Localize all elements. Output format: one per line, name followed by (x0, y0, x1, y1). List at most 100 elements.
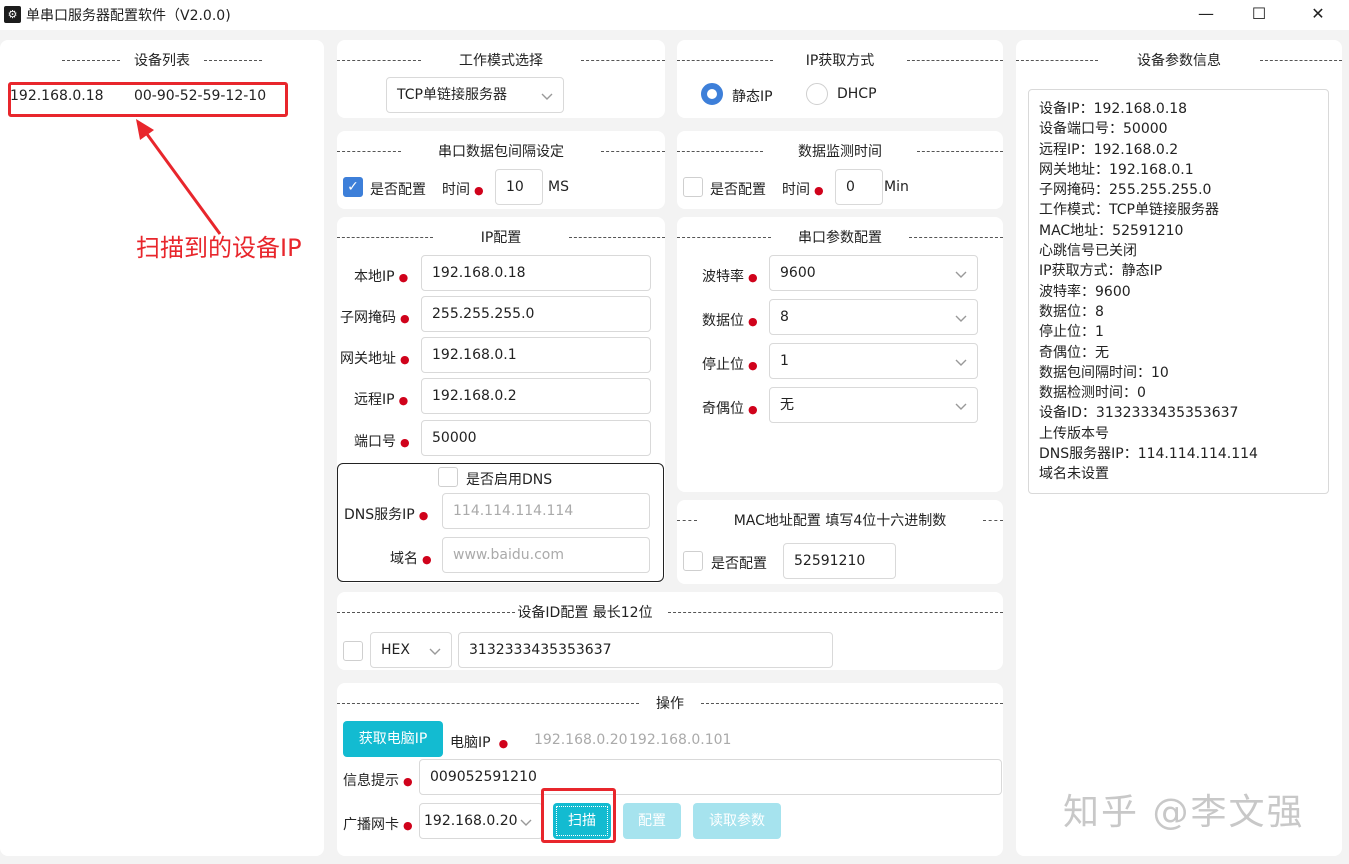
local-ip-label: 本地IP ● (354, 269, 409, 285)
device-param-line: 上传版本号 (1039, 425, 1109, 442)
device-id-checkbox[interactable] (343, 641, 363, 661)
gear-icon: ⚙ (4, 6, 21, 23)
device-list-legend: 设备列表 (62, 50, 262, 70)
info-label: 信息提示 ● (343, 773, 413, 789)
close-button[interactable]: ✕ (1295, 0, 1341, 30)
data-bits-select[interactable]: 8 (769, 299, 978, 335)
monitor-time-config-label: 是否配置 (710, 182, 766, 198)
info-field[interactable]: 009052591210 (419, 759, 1002, 795)
annotation-highlight-box (8, 82, 288, 117)
parity-select[interactable]: 无 (769, 387, 978, 423)
serial-config-legend: 串口参数配置 (677, 227, 1003, 247)
device-param-line: 停止位：1 (1039, 324, 1104, 341)
monitor-time-legend: 数据监测时间 (677, 141, 1003, 161)
domain-input[interactable]: www.baidu.com (442, 537, 650, 573)
dhcp-label: DHCP (837, 86, 877, 102)
baud-rate-select[interactable]: 9600 (769, 255, 978, 291)
port-input[interactable]: 50000 (421, 420, 651, 456)
chevron-down-icon (520, 819, 532, 826)
device-param-line: 域名未设置 (1039, 466, 1109, 483)
domain-label: 域名 ● (390, 551, 432, 567)
work-mode-select[interactable]: TCP单链接服务器 (386, 77, 564, 113)
port-label: 端口号 ● (354, 434, 410, 450)
dns-enable-label: 是否启用DNS (466, 472, 553, 488)
device-id-format-select[interactable]: HEX (370, 632, 452, 668)
annotation-highlight-box (541, 788, 616, 843)
chevron-down-icon (955, 403, 967, 410)
annotation-text: 扫描到的设备IP (136, 234, 302, 262)
minimize-button[interactable]: — (1183, 0, 1229, 30)
monitor-time-input[interactable]: 0 (835, 169, 883, 205)
ip-mode-panel: IP获取方式 (677, 40, 1003, 118)
mac-input[interactable]: 52591210 (783, 543, 896, 579)
monitor-time-checkbox[interactable] (683, 177, 703, 197)
device-param-line: 心跳信号已关闭 (1039, 243, 1137, 260)
read-params-button[interactable]: 读取参数 (693, 803, 781, 839)
device-param-line: 远程IP：192.168.0.2 (1039, 141, 1179, 158)
local-ip-input[interactable]: 192.168.0.18 (421, 255, 651, 291)
device-param-line: 设备IP：192.168.0.18 (1039, 101, 1188, 117)
device-param-line: 工作模式：TCP单链接服务器 (1039, 202, 1219, 219)
nic-select[interactable]: 192.168.0.20 (419, 803, 543, 839)
packet-interval-time-label: 时间 ● (442, 182, 484, 198)
mac-config-label: 是否配置 (711, 556, 767, 572)
chevron-down-icon (541, 93, 553, 100)
pc-ip-value: 192.168.0.20 (534, 732, 628, 748)
dns-enable-checkbox[interactable] (438, 467, 458, 487)
config-button[interactable]: 配置 (623, 803, 681, 839)
window-title: 单串口服务器配置软件（V2.0.0) (26, 8, 231, 24)
annotation-arrow-icon (136, 119, 222, 235)
device-param-line: DNS服务器IP：114.114.114.114 (1039, 446, 1258, 463)
data-bits-label: 数据位 ● (702, 313, 758, 329)
remote-ip-label: 远程IP ● (354, 392, 409, 408)
get-pc-ip-button[interactable]: 获取电脑IP (343, 721, 443, 757)
watermark: 知乎 @李文强 (1063, 792, 1305, 833)
packet-interval-input[interactable]: 10 (495, 169, 543, 205)
title-bar: ⚙ 单串口服务器配置软件（V2.0.0) — ☐ ✕ (0, 0, 1349, 30)
nic-label: 广播网卡 ● (343, 817, 413, 833)
dhcp-radio[interactable] (806, 83, 828, 105)
remote-ip-input[interactable]: 192.168.0.2 (421, 378, 651, 414)
gateway-input[interactable]: 192.168.0.1 (421, 337, 651, 373)
chevron-down-icon (955, 359, 967, 366)
mac-config-legend: MAC地址配置 填写4位十六进制数 (677, 510, 1003, 530)
device-param-line: 网关地址：192.168.0.1 (1039, 161, 1194, 178)
chevron-down-icon (955, 315, 967, 322)
subnet-mask-label: 子网掩码 ● (340, 310, 410, 326)
device-param-line: 子网掩码：255.255.255.0 (1039, 182, 1212, 199)
device-id-input[interactable]: 3132333435353637 (458, 632, 833, 668)
stop-bits-select[interactable]: 1 (769, 343, 978, 379)
ip-config-legend: IP配置 (337, 227, 665, 247)
static-ip-label: 静态IP (732, 89, 773, 105)
dns-server-input[interactable]: 114.114.114.114 (442, 493, 650, 529)
packet-interval-legend: 串口数据包间隔设定 (337, 141, 665, 161)
stop-bits-label: 停止位 ● (702, 357, 758, 373)
chevron-down-icon (955, 271, 967, 278)
ip-mode-legend: IP获取方式 (677, 50, 1003, 70)
device-param-line: IP获取方式：静态IP (1039, 263, 1163, 280)
device-param-line: 数据包间隔时间：10 (1039, 364, 1169, 381)
gateway-label: 网关地址 ● (340, 351, 410, 367)
chevron-down-icon (429, 648, 441, 655)
maximize-button[interactable]: ☐ (1236, 0, 1282, 30)
pc-ip-label: 电脑IP ● (450, 735, 509, 751)
subnet-mask-input[interactable]: 255.255.255.0 (421, 296, 651, 332)
baud-rate-label: 波特率 ● (702, 269, 758, 285)
packet-interval-unit: MS (548, 179, 569, 195)
static-ip-radio[interactable] (701, 83, 723, 105)
device-params-legend: 设备参数信息 (1016, 50, 1342, 70)
monitor-time-unit: Min (884, 179, 909, 195)
mac-config-checkbox[interactable] (683, 551, 703, 571)
work-mode-legend: 工作模式选择 (337, 50, 665, 70)
dns-server-label: DNS服务IP ● (344, 507, 429, 523)
device-param-line: 设备端口号：50000 (1039, 121, 1168, 138)
packet-interval-checkbox[interactable]: ✓ (343, 177, 363, 197)
parity-label: 奇偶位 ● (702, 401, 758, 417)
device-id-legend: 设备ID配置 最长12位 (337, 602, 1003, 622)
device-param-line: 数据位：8 (1039, 303, 1104, 320)
device-param-line: 数据检测时间：0 (1039, 385, 1146, 402)
device-param-line: MAC地址：52591210 (1039, 222, 1184, 239)
pc-ip-value: 192.168.0.101 (629, 732, 732, 748)
device-param-line: 奇偶位：无 (1039, 344, 1109, 361)
operation-legend: 操作 (337, 693, 1003, 713)
